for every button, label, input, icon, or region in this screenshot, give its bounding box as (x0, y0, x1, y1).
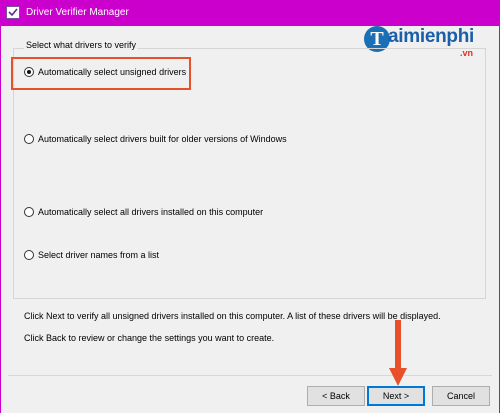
driver-verifier-app-icon (6, 6, 20, 19)
option-label: Automatically select drivers built for o… (38, 134, 287, 144)
next-button[interactable]: Next > (367, 386, 425, 406)
window-frame-left (0, 26, 1, 413)
option-label: Select driver names from a list (38, 250, 160, 260)
info-back-text: Click Back to review or change the setti… (24, 333, 275, 343)
annotation-arrow-icon (389, 320, 407, 386)
footer-separator (8, 375, 492, 376)
back-button[interactable]: < Back (307, 386, 365, 406)
radio-button[interactable] (24, 207, 34, 217)
info-next-text: Click Next to verify all unsigned driver… (24, 311, 441, 321)
radio-button[interactable] (24, 134, 34, 144)
group-label: Select what drivers to verify (24, 40, 139, 50)
watermark-word: aimienphi (388, 26, 474, 47)
cancel-button[interactable]: Cancel (432, 386, 490, 406)
option-label: Automatically select all drivers install… (38, 207, 264, 217)
title-bar: Driver Verifier Manager (0, 0, 500, 26)
window-title: Driver Verifier Manager (26, 7, 129, 18)
annotation-highlight-box (11, 57, 191, 90)
radio-button[interactable] (24, 250, 34, 260)
